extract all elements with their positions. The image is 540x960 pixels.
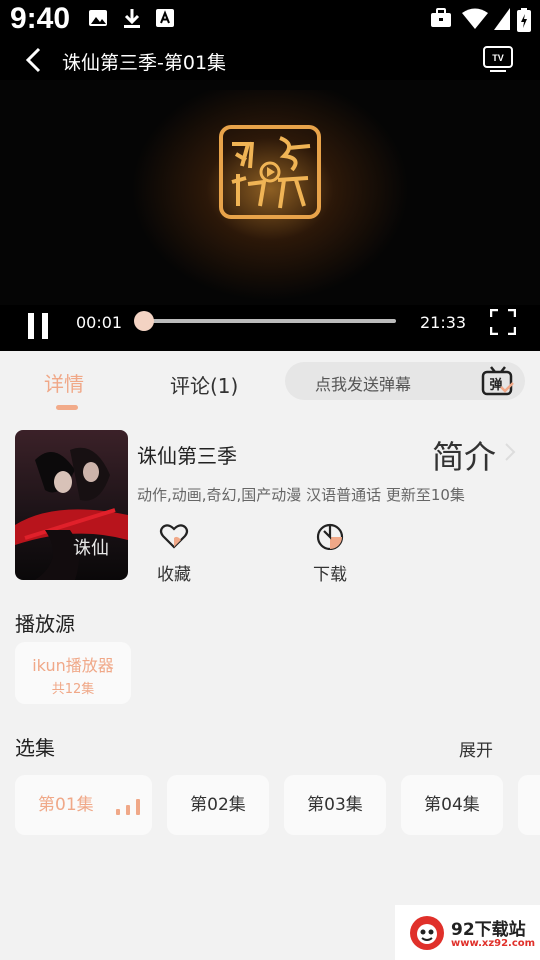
progress-thumb[interactable] — [134, 311, 154, 331]
gallery-icon — [89, 10, 107, 26]
favorite-button[interactable]: 收藏 — [152, 522, 196, 585]
pause-button[interactable] — [28, 313, 50, 339]
video-player[interactable]: 00:01 21:33 — [0, 80, 540, 351]
tab-comments[interactable]: 评论(1) — [170, 370, 238, 399]
source-card[interactable]: ikun播放器 共12集 — [15, 642, 131, 704]
signal-icon — [494, 8, 510, 30]
episode-item[interactable]: 第02集 — [167, 775, 269, 835]
expand-button[interactable]: 展开 — [459, 736, 493, 761]
watermark: 92下载站 www.xz92.com — [395, 905, 540, 960]
tab-indicator — [56, 405, 78, 410]
video-logo — [219, 125, 321, 219]
show-tags: 动作,动画,奇幻,国产动漫 汉语普通话 更新至10集 — [137, 486, 465, 504]
episode-label: 第01集 — [38, 795, 94, 815]
episode-item-partial[interactable] — [518, 775, 540, 835]
watermark-url: www.xz92.com — [451, 938, 536, 949]
show-poster: 诛仙 — [15, 430, 128, 580]
watermark-name: 92下载站 — [451, 920, 526, 940]
download-label: 下载 — [313, 565, 347, 585]
progress-track[interactable] — [144, 319, 396, 323]
player-controls: 00:01 21:33 — [0, 305, 540, 351]
episode-item[interactable]: 第04集 — [401, 775, 503, 835]
total-time: 21:33 — [420, 313, 467, 332]
back-arrow-icon[interactable] — [20, 46, 48, 74]
heart-icon — [159, 524, 189, 549]
source-name: ikun播放器 — [32, 656, 114, 675]
page-title: 诛仙第三季-第01集 — [62, 52, 227, 74]
episode-item[interactable]: 第01集 — [15, 775, 152, 835]
svg-text:TV: TV — [492, 53, 504, 63]
tab-detail[interactable]: 详情 — [44, 368, 84, 397]
playing-bars-icon — [116, 799, 140, 815]
watermark-logo-icon — [410, 916, 444, 950]
tv-cast-icon[interactable]: TV — [482, 44, 514, 74]
danmu-placeholder: 点我发送弹幕 — [315, 375, 412, 394]
battery-icon — [517, 8, 531, 32]
danmu-toggle-icon[interactable]: 弹 — [481, 365, 515, 397]
wifi-icon — [462, 8, 488, 29]
poster-image: 诛仙 — [15, 430, 128, 580]
status-time: 9:40 — [10, 2, 71, 35]
episodes-heading: 选集 — [15, 736, 55, 760]
chevron-right-icon[interactable] — [502, 440, 518, 464]
title-bar: 诛仙第三季-第01集 TV — [0, 40, 540, 80]
episode-item[interactable]: 第03集 — [284, 775, 386, 835]
download-clock-icon — [316, 523, 344, 551]
briefcase-icon — [431, 8, 451, 27]
danmu-input[interactable]: 点我发送弹幕 弹 — [285, 362, 525, 400]
status-bar: 9:40 — [0, 0, 540, 40]
show-title: 诛仙第三季 — [137, 444, 237, 468]
intro-link[interactable]: 简介 — [432, 432, 496, 478]
download-icon — [124, 9, 140, 28]
source-count: 共12集 — [51, 682, 95, 697]
poster-caption: 诛仙 — [73, 538, 109, 559]
source-heading: 播放源 — [15, 612, 75, 636]
fullscreen-icon[interactable] — [490, 309, 516, 335]
font-icon — [156, 9, 174, 27]
current-time: 00:01 — [76, 313, 123, 332]
download-button[interactable]: 下载 — [308, 522, 352, 585]
favorite-label: 收藏 — [157, 565, 191, 585]
danmu-icon-label: 弹 — [489, 377, 502, 393]
